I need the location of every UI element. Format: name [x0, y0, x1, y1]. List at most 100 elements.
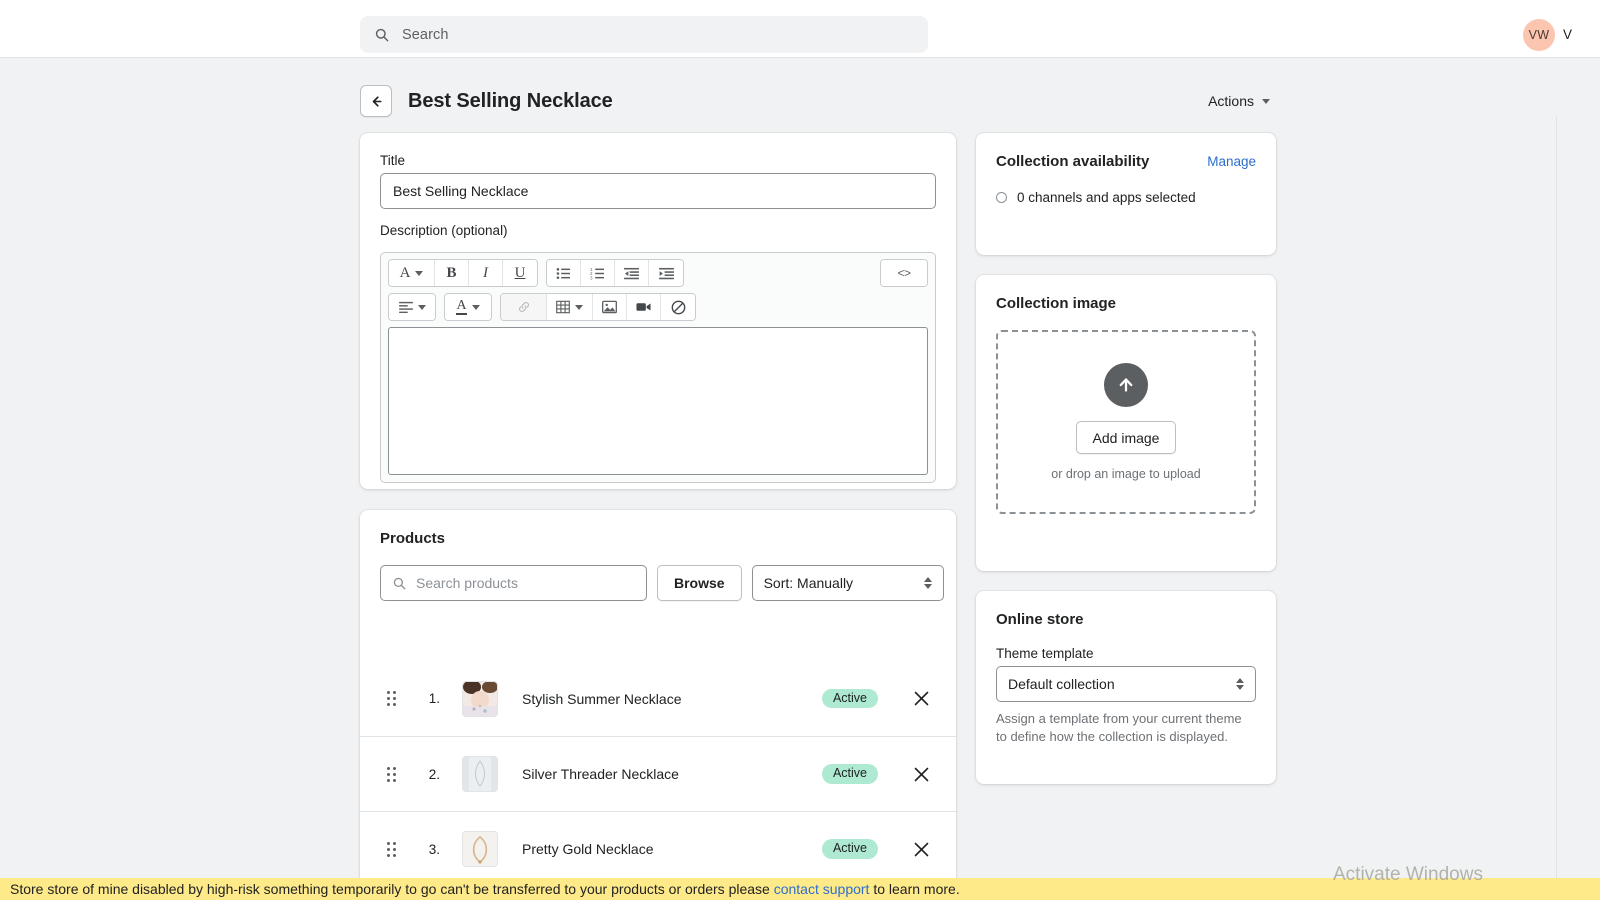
editor-toolbar-group-code: <>	[880, 259, 928, 287]
insert-table-button[interactable]	[547, 294, 593, 320]
row-index: 1.	[428, 691, 440, 706]
image-card-header: Collection image	[996, 295, 1256, 312]
arrow-left-icon	[372, 95, 382, 107]
product-thumbnail	[462, 680, 498, 717]
bulleted-list-button[interactable]	[547, 260, 581, 286]
table-row[interactable]: 1. Stylish Summer Necklace Active	[360, 661, 956, 736]
collection-availability-card: Collection availability Manage 0 channel…	[976, 133, 1276, 255]
theme-template-label: Theme template	[996, 646, 1094, 661]
editor-toolbar-group-text-style: A B I U	[388, 259, 538, 287]
bullet-list-icon	[556, 267, 570, 279]
global-search-placeholder: Search	[402, 26, 449, 43]
necklace-photo-2-icon	[463, 757, 497, 791]
description-field-label: Description (optional)	[380, 223, 508, 238]
add-image-button[interactable]: Add image	[1075, 421, 1177, 454]
editor-toolbar-row-2: A	[381, 293, 935, 327]
clear-formatting-button[interactable]	[661, 294, 695, 320]
theme-template-select[interactable]: Default collection	[996, 666, 1256, 702]
content-right-edge	[1556, 116, 1557, 900]
indent-button[interactable]	[649, 260, 683, 286]
status-badge: Active	[821, 764, 878, 784]
theme-template-value: Default collection	[1008, 676, 1115, 692]
availability-card-header: Collection availability Manage	[996, 153, 1256, 170]
table-row[interactable]: 3. Pretty Gold Necklace Active	[360, 811, 956, 886]
outdent-button[interactable]	[615, 260, 649, 286]
editor-toolbar-group-insert	[500, 293, 696, 321]
chevron-down-icon	[575, 304, 583, 310]
status-ring-icon	[996, 192, 1007, 203]
numbered-list-button[interactable]: 1 2 3	[581, 260, 615, 286]
online-store-card: Online store Theme template Default coll…	[976, 591, 1276, 784]
remove-product-button[interactable]	[906, 842, 936, 857]
warning-text-after: to learn more.	[869, 881, 960, 897]
underline-button[interactable]: U	[503, 260, 537, 286]
bold-button[interactable]: B	[435, 260, 469, 286]
channels-status-row: 0 channels and apps selected	[996, 190, 1256, 205]
chevron-down-icon	[415, 270, 424, 276]
top-bar: Search VW V	[0, 0, 1600, 58]
browse-button-label: Browse	[674, 575, 725, 591]
global-search-input[interactable]: Search	[360, 16, 928, 53]
product-search-placeholder: Search products	[416, 575, 518, 591]
search-icon	[375, 28, 389, 41]
text-color-button[interactable]: A	[445, 294, 491, 320]
sort-select-value: Sort: Manually	[763, 575, 854, 591]
remove-product-button[interactable]	[906, 767, 936, 782]
table-row[interactable]: 2. Silver Threader Necklace Active	[360, 736, 956, 811]
no-entry-icon	[671, 300, 685, 314]
actions-button[interactable]: Actions	[1202, 89, 1276, 113]
online-store-card-header: Online store	[996, 611, 1256, 628]
chevron-down-icon	[417, 304, 426, 310]
close-icon	[914, 842, 928, 856]
sort-select[interactable]: Sort: Manually	[751, 565, 944, 601]
remove-product-button[interactable]	[906, 691, 936, 706]
image-dropzone[interactable]: Add image or drop an image to upload	[996, 330, 1256, 514]
drag-handle-icon[interactable]	[380, 841, 402, 857]
page-title: Best Selling Necklace	[408, 89, 613, 112]
title-input-value: Best Selling Necklace	[393, 183, 529, 199]
row-index: 3.	[428, 841, 440, 857]
insert-link-button[interactable]	[501, 294, 547, 320]
stepper-icon	[923, 577, 932, 589]
title-input[interactable]: Best Selling Necklace	[380, 173, 936, 209]
insert-video-button[interactable]	[627, 294, 661, 320]
status-badge: Active	[821, 688, 878, 709]
numbered-list-icon: 1 2 3	[590, 267, 604, 280]
page-header: Best Selling Necklace Actions	[360, 81, 1276, 121]
warning-banner-text: Store store of mine disabled by high-ris…	[10, 881, 960, 897]
avatar[interactable]: VW	[1523, 19, 1555, 51]
search-icon	[393, 577, 406, 589]
upload-arrow-icon	[1104, 363, 1148, 407]
outdent-icon	[624, 267, 639, 279]
browse-button[interactable]: Browse	[657, 565, 742, 601]
add-image-button-label: Add image	[1092, 429, 1160, 446]
manage-link[interactable]: Manage	[1207, 154, 1256, 169]
product-name: Stylish Summer Necklace	[522, 690, 682, 707]
drag-handle-icon[interactable]	[380, 691, 402, 706]
editor-toolbar-group-lists: 1 2 3	[546, 259, 684, 287]
necklace-photo-3-icon	[463, 832, 497, 866]
align-button[interactable]	[389, 294, 435, 320]
online-store-card-title: Online store	[996, 611, 1084, 628]
store-name[interactable]: V	[1563, 27, 1572, 42]
dropzone-hint: or drop an image to upload	[1051, 467, 1201, 481]
link-icon	[518, 302, 529, 312]
description-textarea[interactable]	[388, 327, 928, 475]
font-style-button[interactable]: A	[389, 260, 435, 286]
drag-handle-icon[interactable]	[380, 766, 402, 782]
italic-button[interactable]: I	[469, 260, 503, 286]
editor-toolbar-group-align	[388, 293, 436, 321]
image-card-title: Collection image	[996, 295, 1117, 312]
show-html-button-label: <>	[897, 266, 911, 280]
close-icon	[914, 767, 928, 781]
warning-support-link[interactable]: contact support	[774, 881, 870, 897]
show-html-button[interactable]: <>	[881, 260, 927, 286]
product-thumbnail	[462, 831, 498, 867]
back-button[interactable]	[360, 85, 392, 117]
theme-template-help: Assign a template from your current them…	[996, 711, 1242, 745]
page-canvas: Best Selling Necklace Actions Title Best…	[0, 58, 1600, 900]
insert-image-button[interactable]	[593, 294, 627, 320]
title-field-label: Title	[380, 153, 406, 168]
collection-details-card: Title Best Selling Necklace Description …	[360, 133, 956, 489]
product-search-input[interactable]: Search products	[380, 565, 647, 601]
